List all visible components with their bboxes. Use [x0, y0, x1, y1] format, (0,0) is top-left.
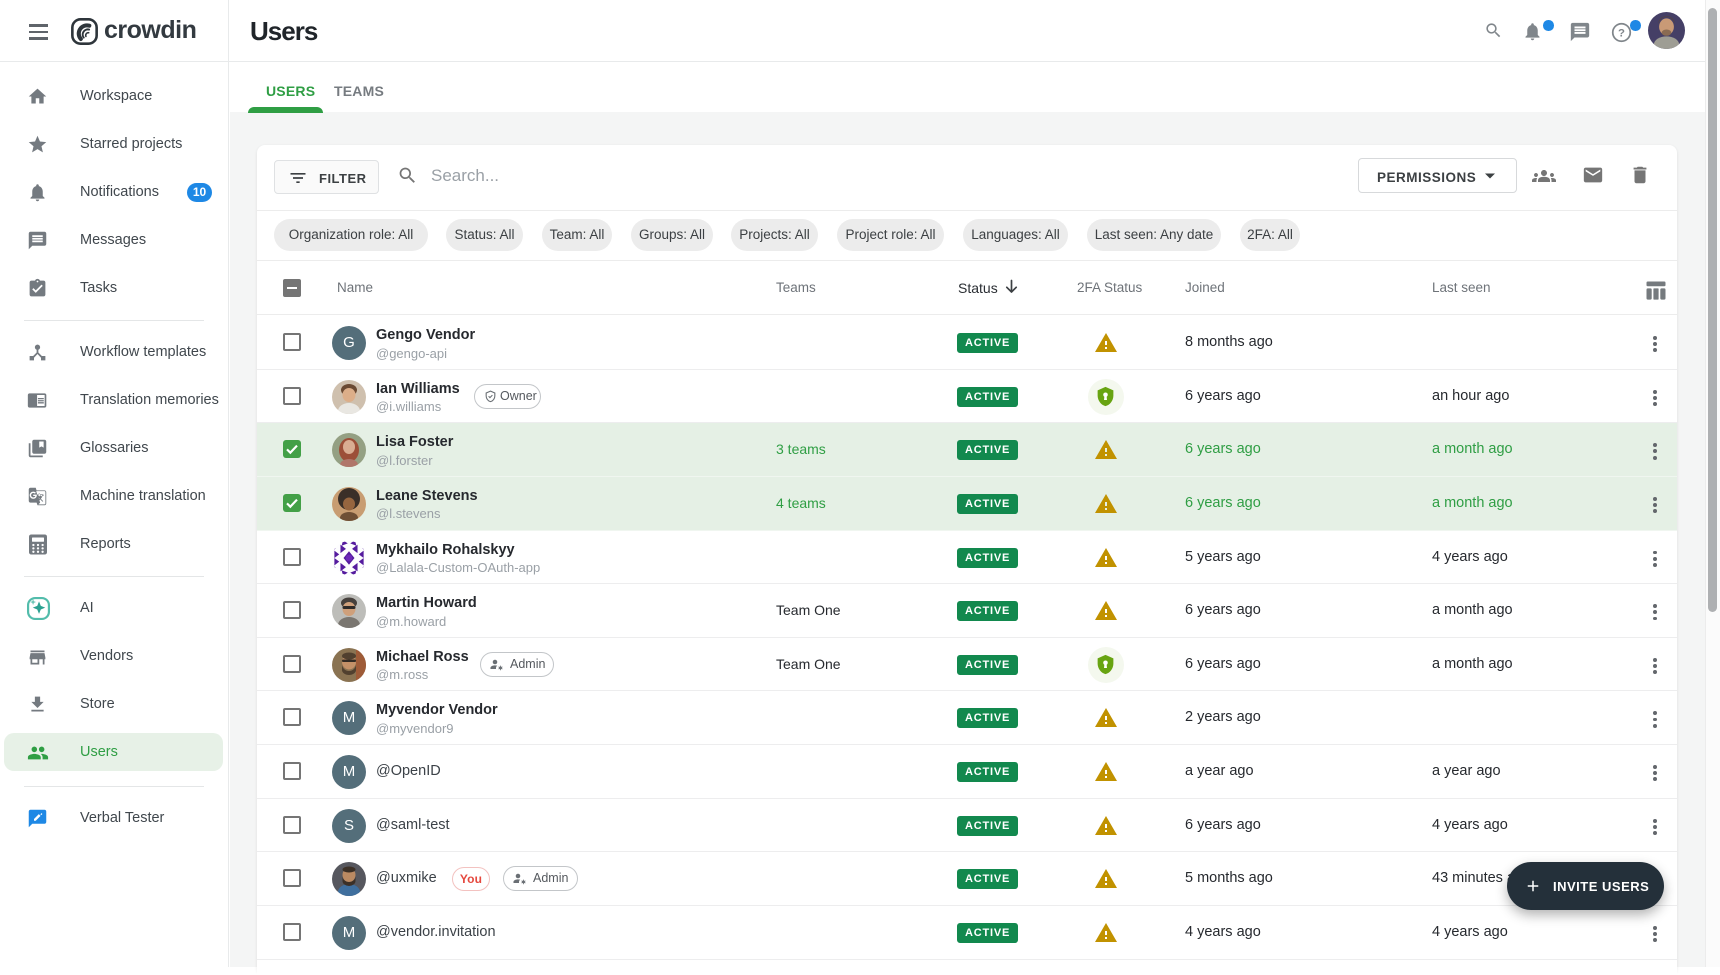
svg-text:?: ?: [1618, 27, 1625, 39]
